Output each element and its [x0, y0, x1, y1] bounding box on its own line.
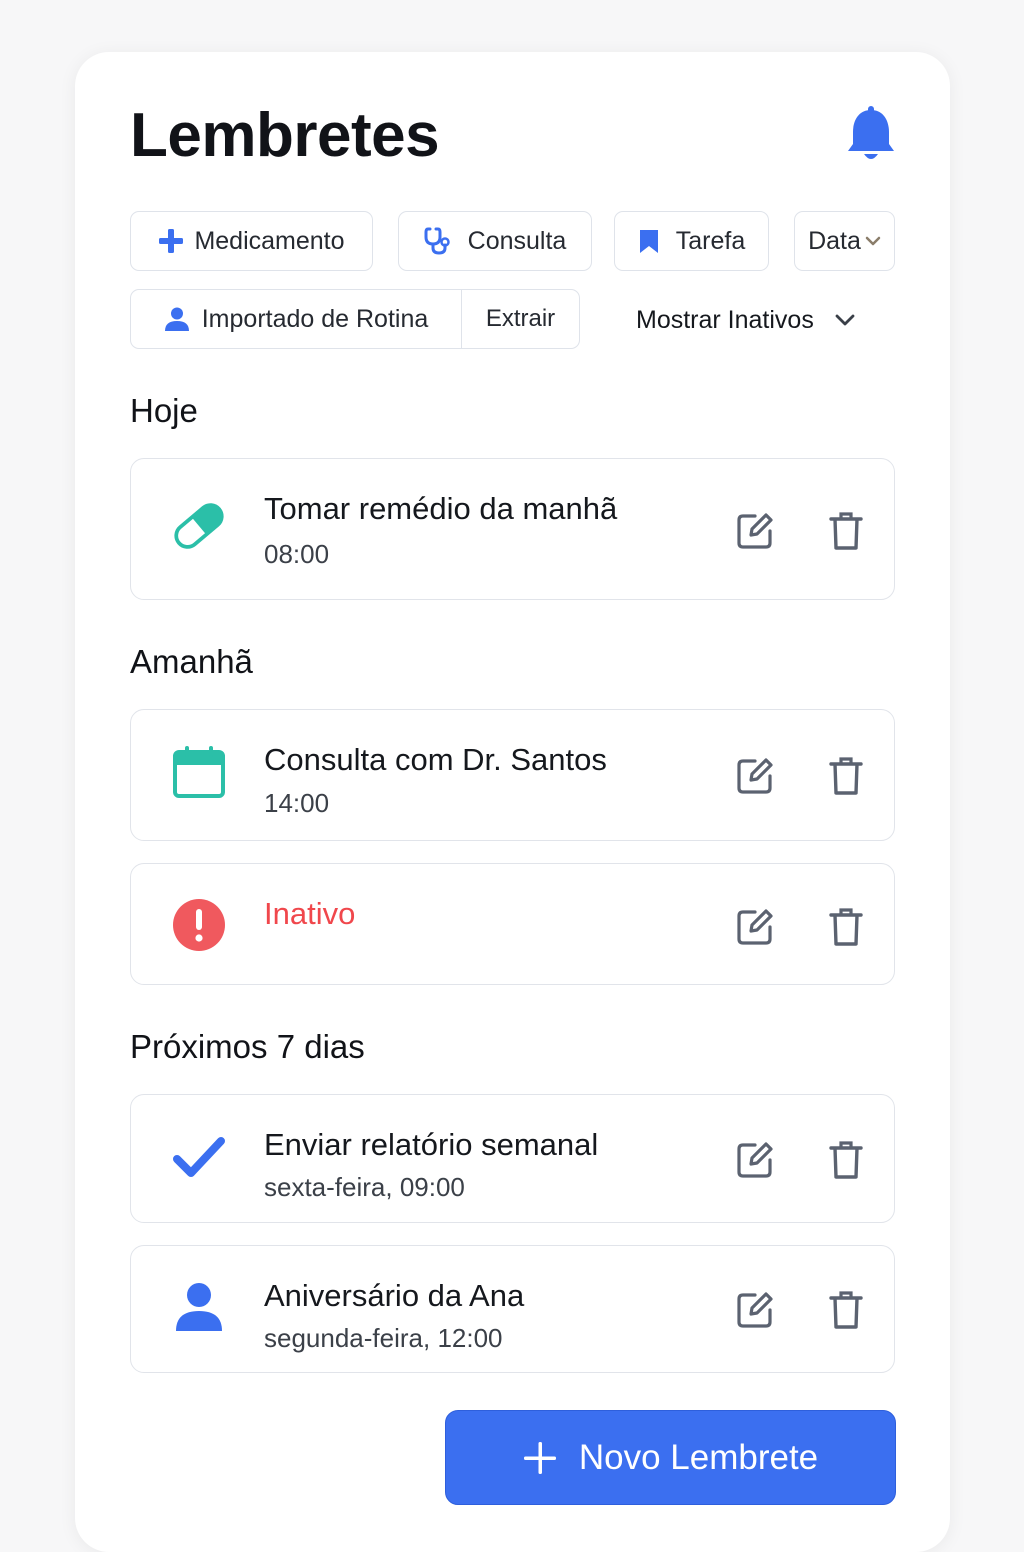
new-reminder-button[interactable]: Novo Lembrete — [445, 1410, 896, 1505]
filter-consulta-label: Consulta — [467, 226, 567, 255]
filter-medicamento-label: Medicamento — [194, 226, 345, 255]
reminder-item-inactive[interactable]: Inativo — [130, 863, 895, 985]
new-reminder-label: Novo Lembrete — [578, 1437, 819, 1477]
bell-icon[interactable] — [845, 106, 897, 164]
reminder-time: 08:00 — [264, 539, 330, 569]
reminder-title: Inativo — [264, 896, 356, 931]
reminder-item[interactable]: Enviar relatório semanal sexta-feira, 09… — [130, 1094, 895, 1223]
imported-routine-label: Importado de Rotina — [201, 304, 429, 333]
reminder-time: segunda-feira, 12:00 — [264, 1323, 503, 1353]
import-source-group: Importado de Rotina Extrair — [130, 289, 580, 349]
trash-icon[interactable] — [828, 511, 864, 551]
pill-icon — [169, 496, 229, 556]
calendar-icon — [169, 742, 229, 802]
plus-icon — [159, 229, 184, 253]
filter-consulta-button[interactable]: Consulta — [398, 211, 592, 271]
filter-data-label: Data — [808, 226, 861, 255]
filter-data-dropdown[interactable]: Data — [794, 211, 895, 271]
show-inactive-dropdown[interactable]: Mostrar Inativos — [636, 300, 856, 340]
reminder-title: Aniversário da Ana — [264, 1278, 525, 1313]
edit-icon[interactable] — [735, 756, 775, 796]
reminder-time: sexta-feira, 09:00 — [264, 1172, 465, 1202]
person-icon — [169, 1277, 229, 1337]
edit-icon[interactable] — [735, 907, 775, 947]
reminder-title: Tomar remédio da manhã — [264, 491, 618, 526]
section-tomorrow-heading: Amanhã — [130, 643, 253, 680]
page-title: Lembretes — [130, 101, 440, 170]
plus-icon — [523, 1441, 556, 1474]
trash-icon[interactable] — [828, 907, 864, 947]
edit-icon[interactable] — [735, 511, 775, 551]
trash-icon[interactable] — [828, 1290, 864, 1330]
bookmark-icon — [639, 230, 658, 253]
stethoscope-icon — [424, 227, 450, 255]
reminder-item[interactable]: Tomar remédio da manhã 08:00 — [130, 458, 895, 600]
alert-icon — [169, 895, 229, 955]
reminder-time: 14:00 — [264, 788, 330, 818]
edit-icon[interactable] — [735, 1140, 775, 1180]
trash-icon[interactable] — [828, 756, 864, 796]
extract-label: Extrair — [485, 305, 556, 332]
filter-medicamento-button[interactable]: Medicamento — [130, 211, 373, 271]
reminder-title: Enviar relatório semanal — [264, 1127, 599, 1162]
edit-icon[interactable] — [735, 1290, 775, 1330]
section-today-heading: Hoje — [130, 392, 198, 429]
show-inactive-label: Mostrar Inativos — [636, 305, 814, 334]
reminder-item[interactable]: Consulta com Dr. Santos 14:00 — [130, 709, 895, 841]
check-icon — [169, 1128, 229, 1188]
trash-icon[interactable] — [828, 1140, 864, 1180]
extract-button[interactable]: Extrair — [462, 290, 579, 348]
reminder-title: Consulta com Dr. Santos — [264, 742, 607, 777]
chevron-down-icon — [835, 314, 855, 326]
chevron-down-icon — [865, 236, 881, 246]
reminder-item[interactable]: Aniversário da Ana segunda-feira, 12:00 — [130, 1245, 895, 1373]
imported-routine-button[interactable]: Importado de Rotina — [131, 290, 462, 348]
filter-tarefa-label: Tarefa — [675, 226, 746, 255]
section-next-7-days-heading: Próximos 7 dias — [130, 1028, 365, 1065]
person-icon — [164, 307, 189, 331]
filter-tarefa-button[interactable]: Tarefa — [614, 211, 769, 271]
